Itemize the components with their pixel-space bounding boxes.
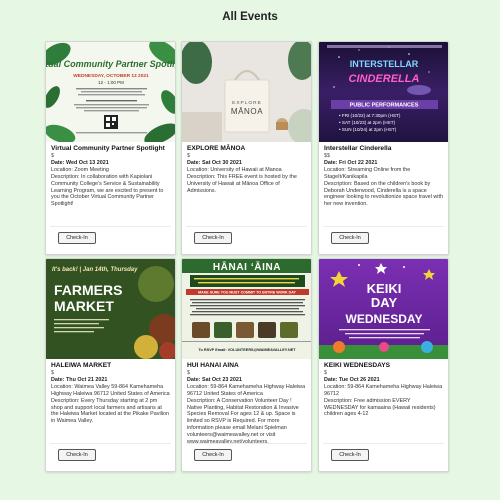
event-info: Virtual Community Partner Spotlight $ Da… bbox=[51, 145, 170, 208]
event-location: Location: 59-864 Kamehameha Highway Hale… bbox=[324, 384, 443, 397]
image-banner: PUBLIC PERFORMANCES bbox=[350, 103, 419, 109]
event-price: $ bbox=[187, 152, 190, 159]
card-footer: Check-In bbox=[50, 443, 171, 468]
image-perf1: • FRI (10/22) at 7:30pm (HST) bbox=[339, 113, 401, 118]
image-subline: WEDNESDAY, OCTOBER 13 2021 bbox=[73, 73, 149, 79]
event-info: HUI HANAI AINA $ Date: Sat Oct 23 2021 L… bbox=[187, 362, 306, 445]
card-footer: Check-In bbox=[50, 226, 171, 251]
event-image[interactable]: Virtual Community Partner Spotlight WEDN… bbox=[46, 42, 176, 142]
event-date: Date: Wed Oct 13 2021 bbox=[51, 160, 109, 167]
event-price: $$ bbox=[324, 152, 330, 159]
event-description: Description: A Conservation Volunteer Da… bbox=[187, 397, 299, 445]
image-perf3: • SUN (10/24) at 2pm (HST) bbox=[339, 127, 397, 132]
image-subline: CINDERELLA bbox=[349, 73, 420, 85]
check-in-button[interactable]: Check-In bbox=[194, 449, 232, 461]
card-footer: Check-In bbox=[323, 443, 444, 468]
image-perf2: • SAT (10/23) at 2pm (HST) bbox=[339, 120, 396, 125]
event-info: HALEIWA MARKET $ Date: Thu Oct 21 2021 L… bbox=[51, 362, 170, 425]
event-image[interactable]: KEIKI DAY WEDNESDAY bbox=[319, 259, 448, 359]
event-description: Description: In collaboration with Kapio… bbox=[51, 173, 164, 208]
event-price: $ bbox=[324, 369, 327, 376]
image-line1: FARMERS bbox=[54, 282, 122, 298]
event-location: Location: 59-864 Kamehameha Highway Hale… bbox=[187, 384, 306, 397]
event-title[interactable]: Interstellar Cinderella bbox=[324, 145, 443, 153]
event-date: Date: Sat Oct 23 2021 bbox=[187, 377, 242, 384]
image-banner: MAKE SURE YOU MUST COMMIT TO ENTIRE WORK… bbox=[198, 291, 296, 295]
page-title: All Events bbox=[222, 11, 278, 23]
check-in-button[interactable]: Check-In bbox=[194, 232, 232, 244]
image-line1: EXPLORE bbox=[232, 100, 262, 106]
check-in-button[interactable]: Check-In bbox=[58, 449, 96, 461]
event-image[interactable]: INTERSTELLAR CINDERELLA PUBLIC PERFORMAN… bbox=[319, 42, 448, 142]
event-image[interactable]: EXPLORE MĀNOA bbox=[182, 42, 311, 142]
image-line2: MĀNOA bbox=[231, 107, 263, 116]
event-info: Interstellar Cinderella $$ Date: Fri Oct… bbox=[324, 145, 443, 208]
event-card[interactable]: HĀNAI ʻĀINA MAKE SURE YOU MUST COMMIT TO… bbox=[181, 258, 312, 472]
event-date: Date: Sat Oct 30 2021 bbox=[187, 160, 242, 167]
check-in-button[interactable]: Check-In bbox=[58, 232, 96, 244]
check-in-button[interactable]: Check-In bbox=[331, 449, 369, 461]
image-line2: DAY bbox=[371, 295, 398, 310]
event-info: KEIKI WEDNESDAYS $ Date: Tue Oct 26 2021… bbox=[324, 362, 443, 418]
image-time: 12 - 1:00 PM bbox=[98, 80, 124, 85]
image-headline: HĀNAI ʻĀINA bbox=[213, 261, 281, 273]
image-line2: MARKET bbox=[54, 298, 114, 314]
event-title[interactable]: HALEIWA MARKET bbox=[51, 362, 170, 370]
event-date: Date: Fri Oct 22 2021 bbox=[324, 160, 378, 167]
event-location: Location: Waimea Valley 59-864 Kamehameh… bbox=[51, 384, 170, 397]
event-title[interactable]: KEIKI WEDNESDAYS bbox=[324, 362, 443, 370]
event-card[interactable]: It's back! | Jan 14th, Thursday FARMERS … bbox=[45, 258, 176, 472]
event-info: EXPLORE MĀNOA $ Date: Sat Oct 30 2021 Lo… bbox=[187, 145, 306, 194]
image-line3: WEDNESDAY bbox=[346, 312, 423, 326]
event-date: Date: Tue Oct 26 2021 bbox=[324, 377, 380, 384]
event-title[interactable]: HUI HANAI AINA bbox=[187, 362, 306, 370]
event-location: Location: Streaming Online from the Stag… bbox=[324, 167, 411, 180]
event-image[interactable]: HĀNAI ʻĀINA MAKE SURE YOU MUST COMMIT TO… bbox=[182, 259, 311, 359]
event-price: $ bbox=[187, 369, 190, 376]
event-description: Description: Based on the children's boo… bbox=[324, 180, 443, 208]
event-description: Description: Every Thursday starting at … bbox=[51, 397, 170, 425]
image-headline: INTERSTELLAR bbox=[350, 59, 419, 69]
event-title[interactable]: Virtual Community Partner Spotlight bbox=[51, 145, 170, 153]
event-card[interactable]: INTERSTELLAR CINDERELLA PUBLIC PERFORMAN… bbox=[318, 41, 449, 255]
event-card[interactable]: EXPLORE MĀNOA EXPLORE MĀNOA $ Date: Sat … bbox=[181, 41, 312, 255]
card-footer: Check-In bbox=[323, 226, 444, 251]
image-top: It's back! | Jan 14th, Thursday bbox=[52, 267, 138, 273]
event-location: Location: University of Hawaii at Manoa bbox=[187, 167, 282, 174]
event-location: Location: Zoom Meeting bbox=[51, 167, 109, 174]
event-date: Date: Thu Oct 21 2021 bbox=[51, 377, 108, 384]
event-card[interactable]: Virtual Community Partner Spotlight WEDN… bbox=[45, 41, 176, 255]
event-title[interactable]: EXPLORE MĀNOA bbox=[187, 145, 306, 153]
image-headline: Virtual Community Partner Spotlight bbox=[46, 59, 176, 69]
event-description: Description: This FREE event is hosted b… bbox=[187, 173, 297, 194]
event-card[interactable]: KEIKI DAY WEDNESDAY KEIKI WEDNESDAYS $ D… bbox=[318, 258, 449, 472]
card-footer: Check-In bbox=[186, 226, 307, 251]
image-line1: KEIKI bbox=[367, 281, 402, 296]
event-image[interactable]: It's back! | Jan 14th, Thursday FARMERS … bbox=[46, 259, 175, 359]
image-rsvp: To RSVP Email: VOLUNTEERS@WAIMEAVALLEY.N… bbox=[198, 348, 296, 352]
event-description: Description: Free admission EVERY WEDNES… bbox=[324, 397, 436, 418]
event-price: $ bbox=[51, 152, 54, 159]
event-price: $ bbox=[51, 369, 54, 376]
card-footer: Check-In bbox=[186, 443, 307, 468]
check-in-button[interactable]: Check-In bbox=[331, 232, 369, 244]
